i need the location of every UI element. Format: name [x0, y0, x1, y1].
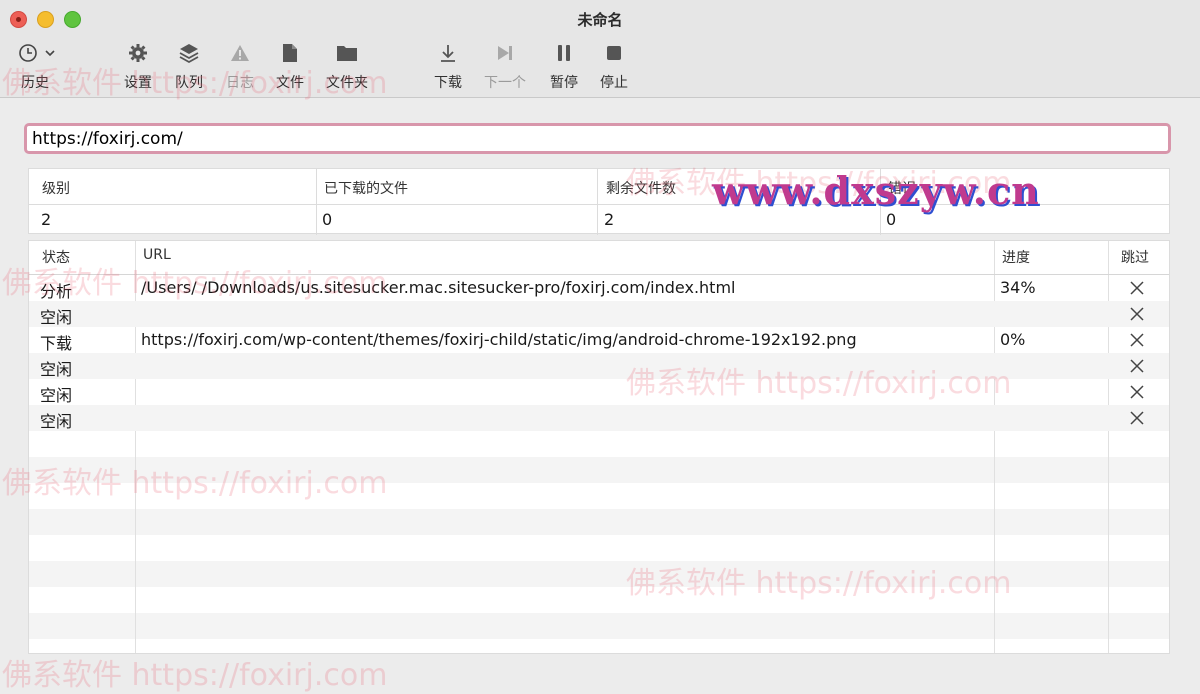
stats-header-remaining: 剩余文件数 — [606, 181, 676, 197]
skip-next-icon — [495, 42, 515, 64]
row-status: 空闲 — [40, 386, 73, 405]
download-table: 状态 URL 进度 跳过 分析 /Users/ /Downloads/us.si… — [28, 240, 1170, 654]
file-button[interactable]: 文件 — [276, 42, 304, 92]
stats-column-separator — [316, 169, 317, 235]
table-row[interactable]: 空闲 — [29, 405, 1169, 431]
folder-icon — [336, 42, 358, 64]
row-status: 分析 — [40, 282, 73, 301]
empty-row — [29, 509, 1169, 535]
stop-icon — [606, 42, 622, 64]
skip-x-icon[interactable] — [1129, 280, 1145, 296]
document-icon — [282, 42, 298, 64]
layers-icon — [178, 42, 200, 64]
pause-icon — [556, 42, 572, 64]
next-label: 下一个 — [484, 75, 526, 91]
column-header-status[interactable]: 状态 — [42, 247, 70, 267]
skip-x-icon[interactable] — [1129, 410, 1145, 426]
settings-button[interactable]: 设置 — [124, 42, 152, 92]
stop-button[interactable]: 停止 — [600, 42, 628, 92]
download-icon — [438, 42, 458, 64]
table-row[interactable]: 空闲 — [29, 379, 1169, 405]
pause-button[interactable]: 暂停 — [550, 42, 578, 92]
url-field[interactable] — [24, 123, 1171, 154]
stats-header-downloaded: 已下载的文件 — [324, 181, 408, 197]
titlebar: 未命名 历史 设置 队列 日志 文件 文件夹 下载 下一个 暂停 停止 — [0, 0, 1200, 98]
skip-x-icon[interactable] — [1129, 332, 1145, 348]
log-button[interactable]: 日志 — [226, 42, 254, 92]
warning-icon — [230, 42, 250, 64]
column-header-skip[interactable]: 跳过 — [1121, 247, 1149, 267]
skip-x-icon[interactable] — [1129, 358, 1145, 374]
row-status: 空闲 — [40, 308, 73, 327]
row-url: /Users/ /Downloads/us.sitesucker.mac.sit… — [141, 278, 736, 297]
column-header-url[interactable]: URL — [143, 247, 171, 263]
next-button[interactable]: 下一个 — [484, 42, 526, 92]
file-label: 文件 — [276, 75, 304, 91]
settings-label: 设置 — [124, 75, 152, 91]
table-row[interactable]: 空闲 — [29, 353, 1169, 379]
table-header: 状态 URL 进度 跳过 — [29, 241, 1169, 275]
stop-label: 停止 — [600, 75, 628, 91]
download-button[interactable]: 下载 — [434, 42, 462, 92]
row-progress: 0% — [1000, 330, 1026, 349]
row-status: 下载 — [40, 334, 73, 353]
row-progress: 34% — [1000, 278, 1036, 297]
table-row[interactable]: 分析 /Users/ /Downloads/us.sitesucker.mac.… — [29, 275, 1169, 301]
stats-column-separator — [597, 169, 598, 235]
pause-label: 暂停 — [550, 75, 578, 91]
stats-value-downloaded: 0 — [322, 210, 333, 229]
column-header-progress[interactable]: 进度 — [1002, 247, 1030, 267]
watermark: 佛系软件 https://foxirj.com — [2, 658, 388, 693]
skip-x-icon[interactable] — [1129, 306, 1145, 322]
queue-label: 队列 — [175, 75, 203, 91]
empty-row — [29, 613, 1169, 639]
folder-label: 文件夹 — [326, 75, 368, 91]
folder-button[interactable]: 文件夹 — [326, 42, 368, 92]
skip-x-icon[interactable] — [1129, 384, 1145, 400]
history-button[interactable]: 历史 — [15, 42, 55, 92]
log-label: 日志 — [226, 75, 254, 91]
table-row[interactable]: 空闲 — [29, 301, 1169, 327]
url-input[interactable] — [32, 129, 1163, 149]
clock-icon — [15, 42, 55, 64]
empty-row — [29, 561, 1169, 587]
download-label: 下载 — [434, 75, 462, 91]
stats-value-level: 2 — [41, 210, 52, 229]
row-url: https://foxirj.com/wp-content/themes/fox… — [141, 330, 857, 349]
row-status: 空闲 — [40, 412, 73, 431]
history-label: 历史 — [21, 75, 49, 91]
table-row[interactable]: 下载 https://foxirj.com/wp-content/themes/… — [29, 327, 1169, 353]
queue-button[interactable]: 队列 — [175, 42, 203, 92]
empty-row — [29, 457, 1169, 483]
gear-icon — [128, 42, 148, 64]
stats-value-remaining: 2 — [604, 210, 615, 229]
window-title: 未命名 — [577, 11, 623, 29]
row-status: 空闲 — [40, 360, 73, 379]
brand-watermark: www.dxszyw.cn — [712, 168, 1040, 213]
stats-header-level: 级别 — [42, 181, 70, 197]
